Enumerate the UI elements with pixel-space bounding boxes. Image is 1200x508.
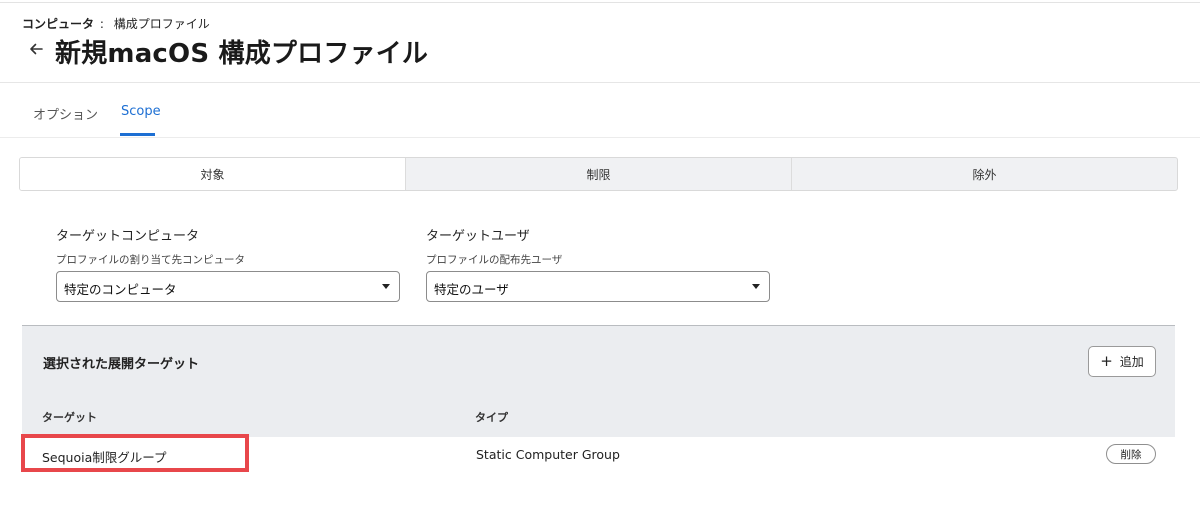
deployment-targets-panel: 選択された展開ターゲット + 追加 ターゲット タイプ xyxy=(22,325,1175,437)
tab-scope[interactable]: Scope xyxy=(121,104,161,119)
active-tab-indicator xyxy=(120,133,155,136)
target-users-field: ターゲットユーザ プロファイルの配布先ユーザ 特定のユーザ xyxy=(426,225,770,302)
target-computers-select[interactable]: 特定のコンピュータ xyxy=(56,271,400,302)
target-users-value: 特定のユーザ xyxy=(434,282,509,297)
segment-limitations[interactable]: 制限 xyxy=(406,158,792,190)
target-computers-value: 特定のコンピュータ xyxy=(64,282,177,297)
segment-exclusions[interactable]: 除外 xyxy=(792,158,1177,190)
target-computers-label: ターゲットコンピュータ xyxy=(56,229,200,244)
tabs-bar: オプション Scope xyxy=(0,83,1200,137)
breadcrumb-root[interactable]: コンピュータ xyxy=(22,17,94,31)
column-header-type: タイプ xyxy=(475,411,508,424)
target-type-cell: Static Computer Group xyxy=(476,447,620,462)
top-border xyxy=(0,2,1200,3)
chevron-down-icon xyxy=(382,284,390,289)
plus-icon: + xyxy=(1100,352,1113,370)
target-users-select[interactable]: 特定のユーザ xyxy=(426,271,770,302)
breadcrumb-current[interactable]: 構成プロファイル xyxy=(114,17,210,31)
deployment-targets-title: 選択された展開ターゲット xyxy=(43,357,200,372)
tabs-divider xyxy=(0,137,1200,138)
column-header-target: ターゲット xyxy=(42,411,97,424)
chevron-down-icon xyxy=(752,284,760,289)
delete-target-button[interactable]: 削除 xyxy=(1106,444,1156,464)
target-users-sublabel: プロファイルの配布先ユーザ xyxy=(426,254,563,266)
target-computers-sublabel: プロファイルの割り当て先コンピュータ xyxy=(56,254,245,266)
tab-options[interactable]: オプション xyxy=(33,104,98,123)
breadcrumb: コンピュータ : 構成プロファイル xyxy=(22,15,210,32)
target-users-label: ターゲットユーザ xyxy=(426,229,530,244)
add-target-label: 追加 xyxy=(1119,355,1144,369)
highlight-box xyxy=(21,434,249,472)
target-computers-field: ターゲットコンピュータ プロファイルの割り当て先コンピュータ 特定のコンピュータ xyxy=(56,225,400,302)
page-title: 新規macOS 構成プロファイル xyxy=(55,39,429,69)
scope-segment-control: 対象 制限 除外 xyxy=(19,157,1178,191)
arrow-left-icon[interactable] xyxy=(27,40,45,58)
breadcrumb-separator: : xyxy=(99,17,104,31)
segment-targets[interactable]: 対象 xyxy=(20,158,406,190)
add-target-button[interactable]: + 追加 xyxy=(1088,346,1156,377)
